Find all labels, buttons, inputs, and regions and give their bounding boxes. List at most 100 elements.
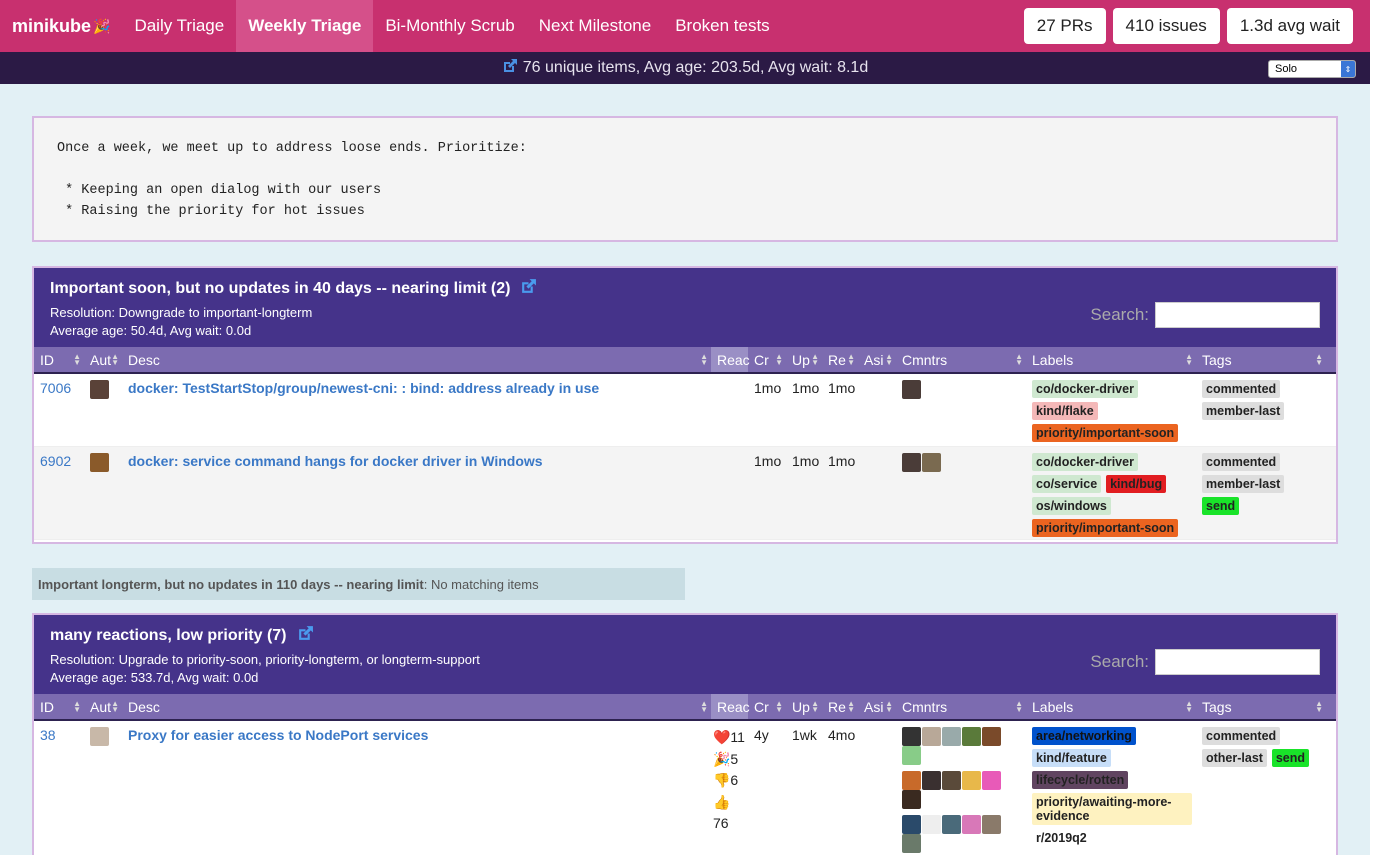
commenter-avatar[interactable]	[982, 771, 1001, 790]
player-select-value: Solo	[1275, 63, 1298, 75]
prs-count-button[interactable]: 27 PRs	[1023, 8, 1106, 44]
updated-age: 1mo	[792, 453, 820, 469]
commenter-avatar[interactable]	[902, 453, 921, 472]
search-input[interactable]	[1155, 302, 1320, 328]
commenter-avatar[interactable]	[922, 771, 941, 790]
col-reactions[interactable]: Reac	[711, 694, 750, 719]
col-commenters[interactable]: Cmntrs ▲ ▼	[896, 694, 1026, 719]
issue-id-link[interactable]: 7006	[40, 380, 71, 396]
label-chip[interactable]: r/2019q2	[1032, 829, 1091, 847]
commenter-avatar[interactable]	[942, 815, 961, 834]
label-chip[interactable]: priority/important-soon	[1032, 424, 1179, 442]
col-updated[interactable]: Up ▲ ▼	[786, 694, 822, 719]
col-tags[interactable]: Tags ▲ ▼	[1196, 347, 1326, 372]
commenter-avatar[interactable]	[982, 815, 1001, 834]
nav-next-milestone[interactable]: Next Milestone	[527, 0, 663, 52]
col-responded[interactable]: Re ▲ ▼	[822, 694, 858, 719]
rule-section-important-soon: Important soon, but no updates in 40 day…	[32, 266, 1338, 544]
nav-broken-tests[interactable]: Broken tests	[663, 0, 782, 52]
issue-title-link[interactable]: docker: service command hangs for docker…	[128, 453, 543, 469]
col-created[interactable]: Cr ▲ ▼	[748, 347, 786, 372]
commenter-avatar[interactable]	[902, 790, 921, 809]
col-tags[interactable]: Tags ▲ ▼	[1196, 694, 1326, 719]
labels-cell: area/networking kind/feature lifecycle/r…	[1026, 721, 1196, 855]
commenter-avatar[interactable]	[902, 727, 921, 746]
commenter-avatar[interactable]	[962, 771, 981, 790]
commenter-avatar[interactable]	[982, 727, 1001, 746]
col-id[interactable]: ID ▲ ▼	[34, 347, 84, 372]
commenter-avatar[interactable]	[902, 771, 921, 790]
commenter-avatar[interactable]	[922, 453, 941, 472]
stats-group: 27 PRs 410 issues 1.3d avg wait	[1023, 8, 1353, 44]
col-updated[interactable]: Up ▲ ▼	[786, 347, 822, 372]
author-avatar[interactable]	[90, 727, 109, 746]
label-chip[interactable]: co/docker-driver	[1032, 453, 1138, 471]
avg-wait-button[interactable]: 1.3d avg wait	[1226, 8, 1353, 44]
commenter-avatar[interactable]	[902, 380, 921, 399]
issue-title-link[interactable]: docker: TestStartStop/group/newest-cni: …	[128, 380, 599, 396]
reaction-heart: ❤️11	[713, 729, 745, 745]
nav-weekly-triage[interactable]: Weekly Triage	[236, 0, 374, 52]
label-chip[interactable]: kind/flake	[1032, 402, 1098, 420]
author-avatar[interactable]	[90, 453, 109, 472]
col-author[interactable]: Aut ▲ ▼	[84, 694, 122, 719]
table-header: ID ▲ ▼ Aut ▲ ▼ Desc ▲ ▼ Reac Cr ▲ ▼ Up ▲ ▼ Re ▲ ▼ As…	[34, 347, 1336, 374]
external-link-icon[interactable]	[297, 625, 314, 647]
commenter-avatar[interactable]	[922, 815, 941, 834]
col-labels[interactable]: Labels ▲ ▼	[1026, 694, 1196, 719]
responded-age: 1mo	[828, 453, 856, 469]
section-header: many reactions, low priority (7) Resolut…	[34, 615, 1336, 694]
col-desc[interactable]: Desc ▲ ▼	[122, 347, 711, 372]
search-label: Search:	[1090, 305, 1149, 324]
commenter-avatar[interactable]	[922, 727, 941, 746]
label-chip[interactable]: co/service	[1032, 475, 1102, 493]
col-commenters[interactable]: Cmntrs ▲ ▼	[896, 347, 1026, 372]
nav-daily-triage[interactable]: Daily Triage	[122, 0, 236, 52]
external-link-icon[interactable]	[502, 58, 518, 79]
label-chip[interactable]: priority/important-soon	[1032, 519, 1179, 537]
table-row: 6902 docker: service command hangs for d…	[34, 447, 1336, 540]
col-id[interactable]: ID ▲ ▼	[34, 694, 84, 719]
created-age: 4y	[754, 727, 769, 743]
issue-id-link[interactable]: 38	[40, 727, 56, 743]
commenter-avatar[interactable]	[902, 746, 921, 765]
commenter-avatar[interactable]	[962, 727, 981, 746]
issues-count-button[interactable]: 410 issues	[1112, 8, 1220, 44]
col-labels[interactable]: Labels ▲ ▼	[1026, 347, 1196, 372]
player-select[interactable]: Solo ⇕	[1268, 60, 1356, 78]
col-desc[interactable]: Desc ▲ ▼	[122, 694, 711, 719]
search-input[interactable]	[1155, 649, 1320, 675]
commenter-avatar[interactable]	[902, 815, 921, 834]
col-created[interactable]: Cr ▲ ▼	[748, 694, 786, 719]
section-header: Important soon, but no updates in 40 day…	[34, 268, 1336, 347]
col-responded[interactable]: Re ▲ ▼	[822, 347, 858, 372]
issue-id-link[interactable]: 6902	[40, 453, 71, 469]
col-author[interactable]: Aut ▲ ▼	[84, 347, 122, 372]
commenter-avatar[interactable]	[942, 727, 961, 746]
label-chip[interactable]: kind/feature	[1032, 749, 1111, 767]
col-assignee[interactable]: Asi ▲ ▼	[858, 347, 896, 372]
label-chip[interactable]: lifecycle/rotten	[1032, 771, 1129, 789]
col-reactions[interactable]: Reac	[711, 347, 750, 372]
commenters-cell	[896, 721, 1026, 855]
external-link-icon[interactable]	[520, 278, 537, 300]
label-chip[interactable]: priority/awaiting-more-evidence	[1032, 793, 1192, 825]
commenter-avatar[interactable]	[902, 834, 921, 853]
author-avatar[interactable]	[90, 380, 109, 399]
label-chip[interactable]: kind/bug	[1106, 475, 1167, 493]
brand[interactable]: minikube 🎉	[0, 0, 122, 52]
label-chip[interactable]: area/networking	[1032, 727, 1136, 745]
commenter-avatar[interactable]	[962, 815, 981, 834]
nav-bi-monthly-scrub[interactable]: Bi-Monthly Scrub	[373, 0, 526, 52]
commenter-avatar[interactable]	[942, 771, 961, 790]
tags-cell: commented other-last send	[1196, 721, 1326, 855]
brand-name: minikube	[12, 15, 92, 36]
col-assignee[interactable]: Asi ▲ ▼	[858, 694, 896, 719]
label-chip[interactable]: co/docker-driver	[1032, 380, 1138, 398]
labels-cell: co/docker-driver co/service kind/bug os/…	[1026, 447, 1196, 539]
label-chip[interactable]: os/windows	[1032, 497, 1111, 515]
search-box: Search:	[1090, 302, 1320, 328]
issue-title-link[interactable]: Proxy for easier access to NodePort serv…	[128, 727, 428, 743]
created-age: 1mo	[754, 453, 782, 469]
summary-bar: 76 unique items, Avg age: 203.5d, Avg wa…	[0, 52, 1370, 84]
